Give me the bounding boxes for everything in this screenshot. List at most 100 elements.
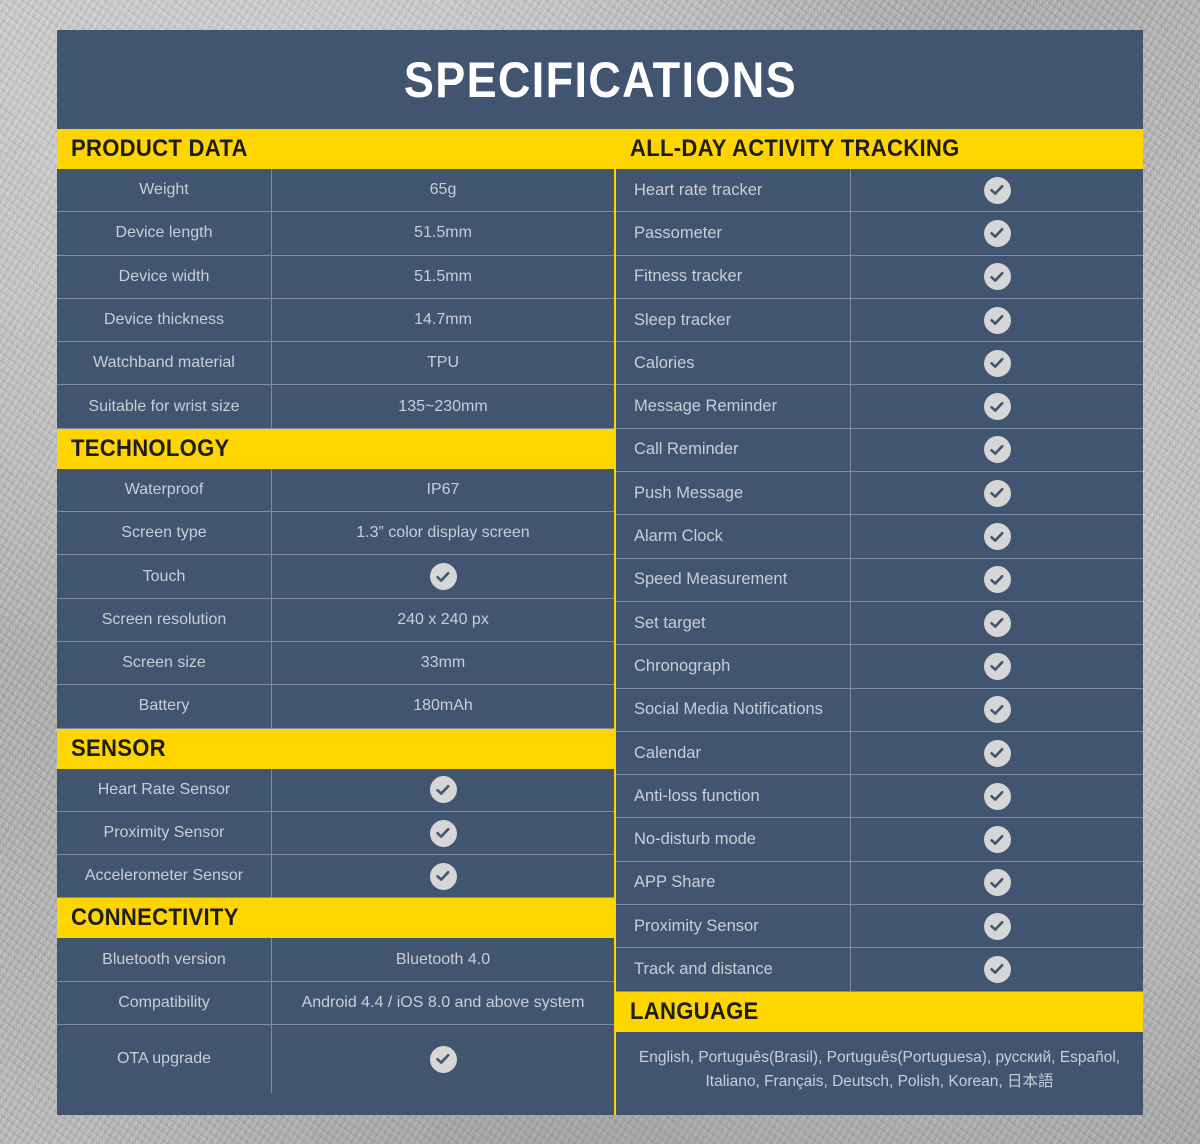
table-row: Screen resolution 240 x 240 px bbox=[57, 598, 614, 642]
row-value-cell bbox=[851, 645, 1143, 687]
row-value: 1.3” color display screen bbox=[356, 524, 530, 542]
row-value-cell: 51.5mm bbox=[272, 212, 614, 254]
row-label: Screen type bbox=[121, 524, 207, 542]
row-label: OTA upgrade bbox=[117, 1050, 211, 1068]
row-value-cell: 1.3” color display screen bbox=[272, 512, 614, 554]
row-value-cell bbox=[851, 212, 1143, 254]
row-value-cell: IP67 bbox=[272, 469, 614, 511]
row-label: Compatibility bbox=[118, 993, 210, 1011]
row-value-cell bbox=[851, 818, 1143, 860]
row-label-cell: Proximity Sensor bbox=[57, 811, 272, 855]
check-circle-icon bbox=[429, 563, 457, 591]
row-value-cell bbox=[851, 905, 1143, 947]
check-circle-icon bbox=[983, 306, 1011, 334]
row-label: Device width bbox=[118, 267, 210, 285]
row-value: 65g bbox=[429, 181, 457, 199]
row-label-cell: Proximity Sensor bbox=[616, 905, 851, 948]
row-value-cell bbox=[272, 555, 614, 597]
row-label: Chronograph bbox=[634, 656, 731, 675]
row-label: Social Media Notifications bbox=[634, 700, 823, 719]
row-label-cell: Passometer bbox=[616, 212, 851, 255]
row-label-cell: Screen type bbox=[57, 512, 272, 555]
row-value-cell: Android 4.4 / iOS 8.0 and above system bbox=[272, 982, 614, 1024]
row-value-cell: 240 x 240 px bbox=[272, 599, 614, 641]
row-value: 51.5mm bbox=[414, 267, 472, 285]
check-circle-icon bbox=[983, 219, 1011, 247]
table-row: Screen type 1.3” color display screen bbox=[57, 512, 614, 556]
table-row: Device thickness 14.7mm bbox=[57, 298, 614, 343]
panel-title-bar: SPECIFICATIONS bbox=[57, 30, 1143, 129]
row-label: APP Share bbox=[634, 873, 716, 892]
row-label-cell: Call Reminder bbox=[616, 428, 851, 472]
row-label-cell: Accelerometer Sensor bbox=[57, 855, 272, 898]
check-circle-icon bbox=[983, 826, 1011, 854]
row-value: 180mAh bbox=[413, 697, 473, 715]
row-value-cell bbox=[272, 855, 614, 897]
check-circle-icon bbox=[983, 912, 1011, 940]
table-row: Accelerometer Sensor bbox=[57, 855, 614, 899]
row-label-cell: Fitness tracker bbox=[616, 255, 851, 298]
specifications-panel: SPECIFICATIONS PRODUCT DATA Weight 65g Devi… bbox=[57, 30, 1143, 1115]
row-label-cell: Chronograph bbox=[616, 645, 851, 688]
row-label: Alarm Clock bbox=[634, 527, 723, 546]
row-label-cell: Watchband material bbox=[57, 342, 272, 385]
row-value: Android 4.4 / iOS 8.0 and above system bbox=[301, 993, 585, 1011]
table-row: Alarm Clock bbox=[616, 515, 1143, 559]
row-label-cell: Suitable for wrist size bbox=[57, 385, 272, 428]
check-circle-icon bbox=[429, 819, 457, 847]
row-label-cell: OTA upgrade bbox=[57, 1025, 272, 1094]
table-row: Social Media Notifications bbox=[616, 688, 1143, 732]
table-row: Heart rate tracker bbox=[616, 169, 1143, 213]
row-label: Anti-loss function bbox=[634, 786, 760, 805]
row-label: Suitable for wrist size bbox=[88, 397, 240, 415]
row-label-cell: Screen size bbox=[57, 641, 272, 685]
check-circle-icon bbox=[983, 393, 1011, 421]
row-value-cell: TPU bbox=[272, 342, 614, 384]
table-row: Heart Rate Sensor bbox=[57, 768, 614, 812]
row-value-cell bbox=[851, 169, 1143, 211]
check-circle-icon bbox=[983, 566, 1011, 594]
row-label-cell: Weight bbox=[57, 169, 272, 212]
row-value: 240 x 240 px bbox=[397, 610, 489, 628]
table-row: Compatibility Android 4.4 / iOS 8.0 and a… bbox=[57, 981, 614, 1026]
row-label: Heart Rate Sensor bbox=[97, 780, 231, 798]
check-circle-icon bbox=[983, 479, 1011, 507]
table-row: Speed Measurement bbox=[616, 558, 1143, 602]
row-label: Waterproof bbox=[124, 480, 204, 498]
table-row: Watchband material TPU bbox=[57, 342, 614, 386]
table-row: Proximity Sensor bbox=[57, 811, 614, 856]
table-row: Touch bbox=[57, 555, 614, 599]
table-row: Screen size 33mm bbox=[57, 641, 614, 686]
table-row: Bluetooth version Bluetooth 4.0 bbox=[57, 938, 614, 982]
row-value: IP67 bbox=[426, 480, 460, 498]
table-row: Weight 65g bbox=[57, 169, 614, 213]
table-row: Anti-loss function bbox=[616, 775, 1143, 819]
table-row: Set target bbox=[616, 601, 1143, 646]
section-header-language: LANGUAGE bbox=[616, 991, 1143, 1032]
row-label-cell: No-disturb mode bbox=[616, 818, 851, 861]
row-label: Weight bbox=[139, 181, 189, 199]
row-value-cell bbox=[851, 559, 1143, 601]
row-label: Proximity Sensor bbox=[103, 824, 225, 841]
row-value-cell: 65g bbox=[272, 169, 614, 211]
row-value: 51.5mm bbox=[414, 224, 472, 242]
row-value-cell bbox=[851, 256, 1143, 298]
table-row: Suitable for wrist size 135~230mm bbox=[57, 385, 614, 429]
row-value-cell bbox=[851, 515, 1143, 557]
row-label-cell: Speed Measurement bbox=[616, 558, 851, 601]
table-row: Push Message bbox=[616, 472, 1143, 516]
row-label: Passometer bbox=[634, 223, 723, 242]
section-header-label: ALL-DAY ACTIVITY TRACKING bbox=[630, 135, 960, 162]
table-row: Call Reminder bbox=[616, 428, 1143, 473]
right-column: ALL-DAY ACTIVITY TRACKING Heart rate trac… bbox=[616, 129, 1143, 1115]
row-label-cell: Calories bbox=[616, 342, 851, 385]
check-circle-icon bbox=[983, 869, 1011, 897]
table-row: Chronograph bbox=[616, 645, 1143, 689]
row-label-cell: Calendar bbox=[616, 731, 851, 775]
section-header-technology: TECHNOLOGY bbox=[57, 428, 614, 469]
table-row: Track and distance bbox=[616, 948, 1143, 992]
table-row: Sleep tracker bbox=[616, 298, 1143, 343]
check-circle-icon bbox=[983, 176, 1011, 204]
row-label-cell: Heart rate tracker bbox=[616, 169, 851, 212]
row-label-cell: Bluetooth version bbox=[57, 938, 272, 981]
